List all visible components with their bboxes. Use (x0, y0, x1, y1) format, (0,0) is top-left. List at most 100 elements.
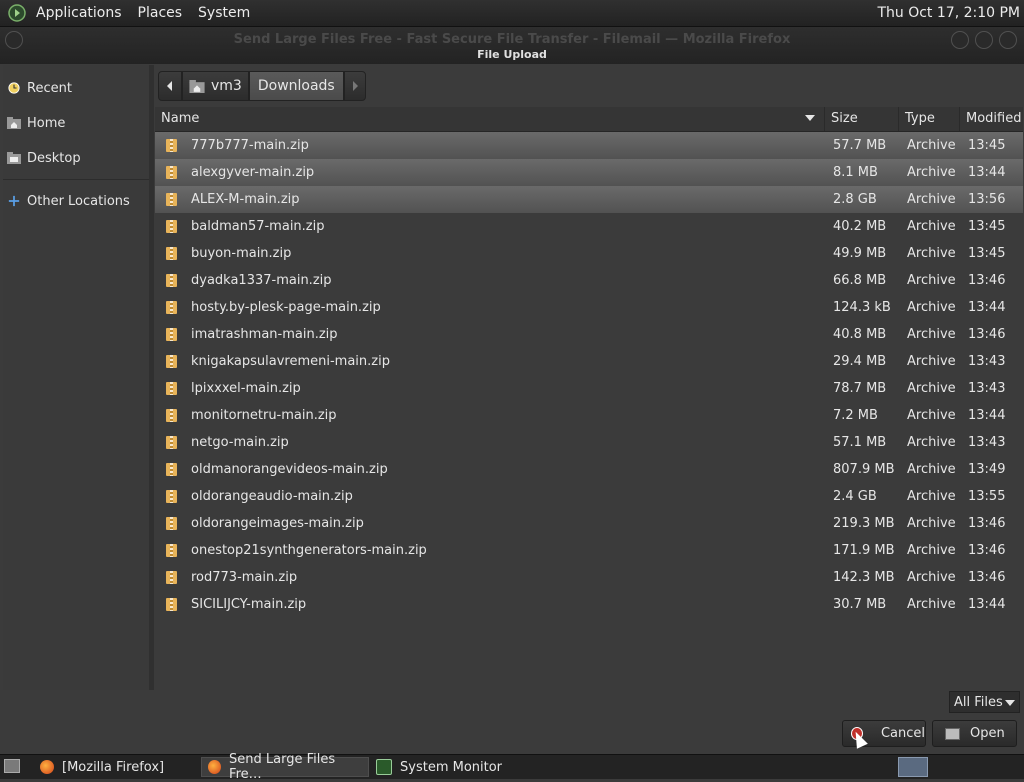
system-monitor-icon (376, 759, 392, 775)
archive-file-icon (166, 274, 177, 287)
sidebar-item-label: Desktop (27, 150, 81, 166)
task-send-large-files[interactable]: Send Large Files Fre… (201, 752, 369, 782)
sidebar-item-home[interactable]: Home (3, 108, 149, 138)
clock-icon (8, 82, 20, 94)
chevron-down-icon (1005, 700, 1015, 706)
archive-file-icon (166, 571, 177, 584)
file-type: Archive (907, 138, 956, 153)
file-type: Archive (907, 597, 956, 612)
path-bar: vm3 Downloads (158, 71, 366, 101)
desktop-folder-icon (7, 152, 21, 164)
firefox-icon (208, 760, 222, 774)
column-header-modified[interactable]: Modified (959, 107, 1023, 131)
file-row[interactable]: 777b777-main.zip 57.7 MB Archive 13:45 (155, 132, 1023, 159)
menu-applications[interactable]: Applications (28, 0, 130, 26)
file-modified: 13:46 (968, 327, 1006, 342)
file-row[interactable]: imatrashman-main.zip 40.8 MB Archive 13:46 (155, 321, 1023, 348)
column-header-name[interactable]: Name (155, 107, 825, 131)
sidebar-item-recent[interactable]: Recent (3, 73, 149, 103)
file-modified: 13:49 (968, 462, 1006, 477)
maximize-icon[interactable] (975, 31, 993, 49)
file-size: 66.8 MB (833, 273, 887, 288)
file-type: Archive (907, 327, 956, 342)
clock[interactable]: Thu Oct 17, 2:10 PM (877, 0, 1020, 26)
file-row[interactable]: dyadka1337-main.zip 66.8 MB Archive 13:46 (155, 267, 1023, 294)
path-crumb-downloads[interactable]: Downloads (248, 71, 344, 101)
archive-file-icon (166, 220, 177, 233)
file-type: Archive (907, 381, 956, 396)
file-row[interactable]: hosty.by-plesk-page-main.zip 124.3 kB Arch… (155, 294, 1023, 321)
file-modified: 13:46 (968, 543, 1006, 558)
dialog-title-bar[interactable]: Send Large Files Free - Fast Secure File… (0, 27, 1024, 64)
path-forward-button[interactable] (343, 71, 366, 101)
close-icon[interactable] (999, 31, 1017, 49)
path-crumb-vm3[interactable]: vm3 (182, 71, 249, 101)
file-size: 29.4 MB (833, 354, 887, 369)
file-size: 57.1 MB (833, 435, 887, 450)
file-size: 2.8 GB (833, 192, 877, 207)
task-system-monitor[interactable]: System Monitor (370, 757, 540, 777)
file-modified: 13:43 (968, 354, 1006, 369)
task-mozilla-firefox[interactable]: [Mozilla Firefox] (34, 757, 198, 777)
file-row[interactable]: monitornetru-main.zip 7.2 MB Archive 13:44 (155, 402, 1023, 429)
applications-logo-icon[interactable] (8, 4, 26, 22)
menu-system[interactable]: System (190, 0, 258, 26)
column-header-label: Size (831, 111, 858, 126)
background-window-title: Send Large Files Free - Fast Secure File… (233, 32, 791, 47)
file-row[interactable]: onestop21synthgenerators-main.zip 171.9 M… (155, 537, 1023, 564)
menu-places[interactable]: Places (130, 0, 191, 26)
file-size: 49.9 MB (833, 246, 887, 261)
sidebar-pane-divider[interactable] (149, 65, 154, 690)
file-modified: 13:46 (968, 273, 1006, 288)
file-name: lpixxxel-main.zip (191, 381, 301, 396)
file-modified: 13:43 (968, 435, 1006, 450)
file-size: 40.2 MB (833, 219, 887, 234)
column-header-size[interactable]: Size (824, 107, 898, 131)
filter-label: All Files (954, 694, 1003, 710)
sidebar-item-desktop[interactable]: Desktop (3, 143, 149, 173)
file-name: oldorangeimages-main.zip (191, 516, 364, 531)
show-desktop-icon[interactable] (4, 759, 20, 773)
file-modified: 13:55 (968, 489, 1006, 504)
file-row[interactable]: baldman57-main.zip 40.2 MB Archive 13:45 (155, 213, 1023, 240)
file-size: 8.1 MB (833, 165, 878, 180)
open-button[interactable]: Open (932, 720, 1017, 747)
file-modified: 13:46 (968, 570, 1006, 585)
file-name: monitornetru-main.zip (191, 408, 337, 423)
workspace-switcher-icon[interactable] (898, 757, 928, 777)
file-size: 219.3 MB (833, 516, 895, 531)
file-size: 171.9 MB (833, 543, 895, 558)
file-type: Archive (907, 300, 956, 315)
archive-file-icon (166, 301, 177, 314)
file-row[interactable]: alexgyver-main.zip 8.1 MB Archive 13:44 (155, 159, 1023, 186)
path-crumb-label: Downloads (257, 78, 335, 94)
file-row[interactable]: oldmanorangevideos-main.zip 807.9 MB Archi… (155, 456, 1023, 483)
file-row[interactable]: lpixxxel-main.zip 78.7 MB Archive 13:43 (155, 375, 1023, 402)
file-row[interactable]: oldorangeimages-main.zip 219.3 MB Archive 1… (155, 510, 1023, 537)
chevron-right-icon (352, 81, 358, 91)
sidebar-item-other-locations[interactable]: Other Locations (3, 186, 149, 216)
file-type: Archive (907, 435, 956, 450)
file-name: ALEX-M-main.zip (191, 192, 300, 207)
path-back-button[interactable] (158, 71, 182, 101)
file-row[interactable]: netgo-main.zip 57.1 MB Archive 13:43 (155, 429, 1023, 456)
file-list: Name Size Type Modified 777b777-main.zip… (155, 107, 1023, 690)
sidebar-item-label: Recent (27, 80, 72, 96)
file-row[interactable]: SICILIJCY-main.zip 30.7 MB Archive 13:44 (155, 591, 1023, 618)
window-menu-icon[interactable] (5, 31, 23, 49)
minimize-icon[interactable] (951, 31, 969, 49)
file-row[interactable]: ALEX-M-main.zip 2.8 GB Archive 13:56 (155, 186, 1023, 213)
file-type: Archive (907, 462, 956, 477)
file-type-filter[interactable]: All Files (949, 691, 1020, 713)
file-row[interactable]: oldorangeaudio-main.zip 2.4 GB Archive 13:5… (155, 483, 1023, 510)
archive-file-icon (166, 139, 177, 152)
archive-file-icon (166, 193, 177, 206)
file-row[interactable]: buyon-main.zip 49.9 MB Archive 13:45 (155, 240, 1023, 267)
sidebar-item-label: Other Locations (27, 193, 130, 209)
file-name: hosty.by-plesk-page-main.zip (191, 300, 381, 315)
column-header-type[interactable]: Type (898, 107, 959, 131)
file-row[interactable]: rod773-main.zip 142.3 MB Archive 13:46 (155, 564, 1023, 591)
file-name: buyon-main.zip (191, 246, 292, 261)
file-row[interactable]: knigakapsulavremeni-main.zip 29.4 MB Archi… (155, 348, 1023, 375)
file-size: 40.8 MB (833, 327, 887, 342)
